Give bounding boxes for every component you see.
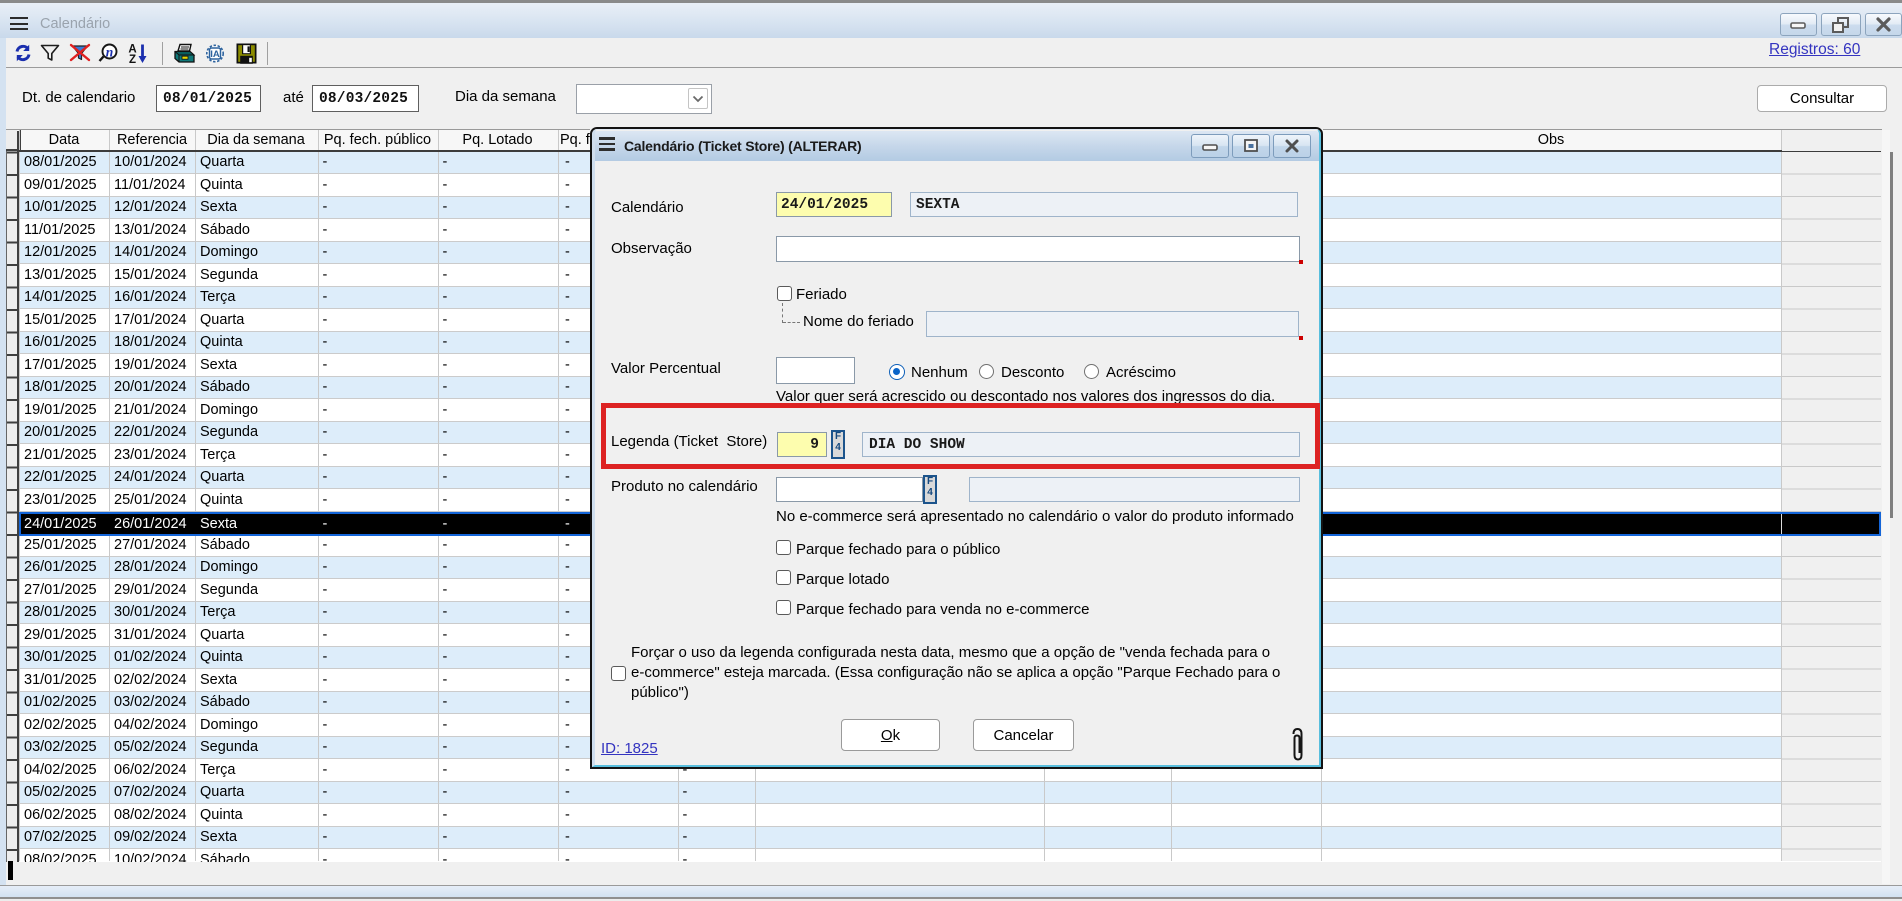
svg-text:IA: IA <box>210 49 220 60</box>
svg-text:n: n <box>106 45 114 60</box>
svg-text:Z: Z <box>129 54 136 64</box>
